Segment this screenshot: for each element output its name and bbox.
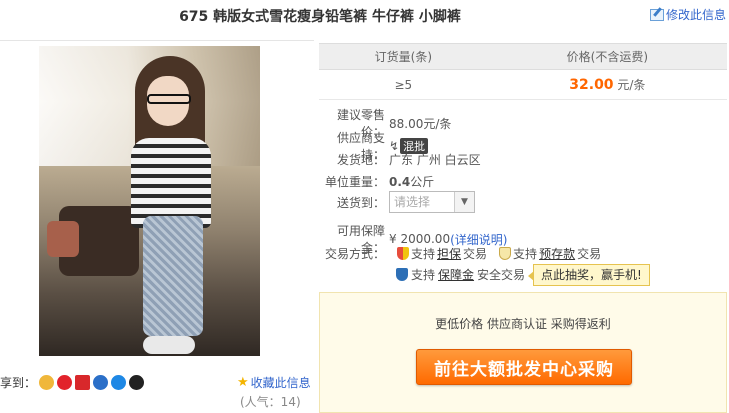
unit-weight-unit: 公斤 (410, 175, 435, 189)
price-unit: 元/条 (617, 78, 646, 92)
deposit-shield-icon (396, 268, 408, 281)
escrow-shield-icon (397, 247, 409, 260)
wholesale-center-button[interactable]: 前往大额批发中心采购 (416, 349, 632, 385)
escrow-trade[interactable]: 支持 担保 交易 (397, 245, 487, 262)
price-table: 订货量(条) 价格(不含运费) ≥5 32.00 元/条 (319, 43, 727, 100)
star-icon: ★ (237, 375, 249, 390)
edit-info-link[interactable]: 修改此信息 (650, 6, 726, 23)
deliver-to-placeholder: 请选择 (394, 195, 431, 209)
lottery-promo-bubble[interactable]: 点此抽奖，赢手机! (528, 264, 650, 286)
prepay-trade[interactable]: 支持 预存款 交易 (499, 245, 601, 262)
product-title: 675 韩版女式雪花瘦身铅笔裤 牛仔裤 小脚裤 (179, 9, 461, 25)
edit-info-label: 修改此信息 (666, 8, 727, 22)
share-renren-icon[interactable] (93, 375, 109, 390)
price-cell: 32.00 元/条 (487, 69, 727, 100)
trade-methods-label: 交易方式： (324, 247, 385, 261)
trade-methods-row: 交易方式： 支持 担保 交易 支持 预存款 交易 (319, 245, 601, 262)
unit-weight-value: 0.4 (389, 175, 411, 189)
edit-icon (650, 8, 664, 21)
wholesale-cta-box: 更低价格 供应商认证 采购得返利 前往大额批发中心采购 (319, 292, 727, 413)
qty-header: 订货量(条) (319, 43, 488, 70)
cta-benefits-note: 更低价格 供应商认证 采购得返利 (435, 317, 611, 331)
share-label: 享到： (0, 376, 37, 390)
product-photo[interactable] (39, 46, 260, 356)
unit-weight-label: 单位重量： (324, 175, 385, 189)
ship-from-label: 发货地： (336, 153, 385, 167)
price-header: 价格(不含运费) (487, 43, 727, 70)
share-weibo-icon[interactable] (57, 375, 73, 390)
prepay-icon (499, 247, 512, 260)
guarantee-value: ¥ 2000.00 (389, 232, 451, 246)
share-taobao-icon[interactable] (75, 375, 91, 390)
deliver-to-select[interactable]: 请选择 ▼ (389, 191, 475, 213)
table-row: ≥5 32.00 元/条 (319, 69, 727, 100)
unit-weight-row: 单位重量： 0.4公斤 (319, 173, 729, 190)
favorite-label: 收藏此信息 (250, 376, 311, 390)
deposit-trade[interactable]: 支持 保障金 安全交易 (396, 266, 525, 283)
favorite-link[interactable]: ★ 收藏此信息 (237, 374, 311, 391)
share-qzone-icon[interactable] (39, 375, 55, 390)
ship-from-row: 发货地： 广东 广州 白云区 (319, 151, 729, 168)
share-kaixin-icon[interactable] (111, 375, 127, 390)
share-qq-icon[interactable] (129, 375, 145, 390)
share-bar: 享到： (0, 374, 145, 391)
qty-cell: ≥5 (319, 69, 488, 100)
chevron-down-icon[interactable]: ▼ (454, 192, 474, 212)
popularity-count: (人气：14) (240, 395, 301, 409)
deliver-to-label: 送货到： (336, 195, 385, 210)
ship-from-value: 广东 广州 白云区 (389, 153, 481, 167)
price-value: 32.00 (569, 77, 614, 93)
deliver-to-row: 送货到： 请选择 ▼ (319, 191, 729, 213)
